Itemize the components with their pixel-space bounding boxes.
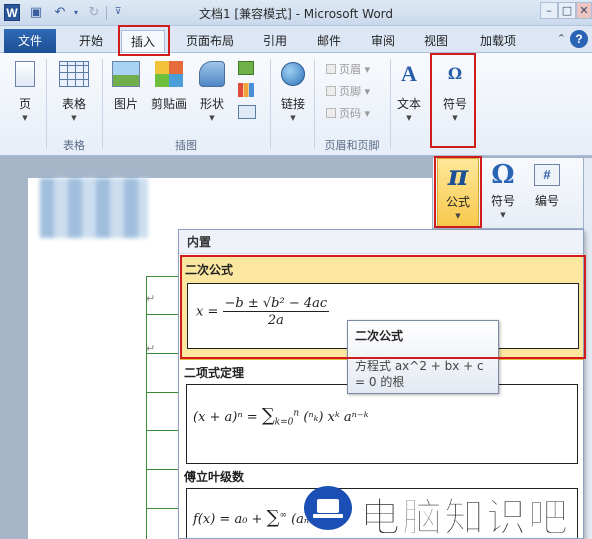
- group-label-header-footer: 页眉和页脚: [324, 139, 380, 152]
- hash-icon: #: [534, 164, 560, 186]
- tab-addins[interactable]: 加载项: [468, 30, 528, 52]
- symbol-menu-button[interactable]: Ω 符号 ▼: [483, 158, 523, 228]
- tab-mailings[interactable]: 邮件: [307, 30, 351, 52]
- table-gridline: [146, 276, 178, 277]
- window-title: 文档1 [兼容模式] - Microsoft Word: [198, 7, 394, 21]
- ribbon-tab-bar: 文件 开始 插入 页面布局 引用 邮件 审阅 视图 加载项 ⌃ ?: [0, 26, 592, 53]
- page-number-icon: [326, 108, 336, 118]
- close-button[interactable]: ✕: [576, 2, 592, 19]
- entry-title: 傅立叶级数: [184, 470, 245, 484]
- table-button[interactable]: 表格 ▼: [54, 59, 94, 122]
- table-gridline: [146, 430, 178, 431]
- numbering-button[interactable]: # 编号: [527, 158, 567, 228]
- chart-icon[interactable]: [238, 83, 254, 97]
- ribbon: 页 ▼ 表格 ▼ 表格 图片 剪贴画 形状 ▼ 插图 链接 ▼ 页眉 ▾ 页脚 …: [0, 53, 592, 156]
- shapes-icon: [199, 61, 225, 87]
- table-gridline: [146, 508, 178, 509]
- table-icon: [59, 61, 89, 87]
- screenshot-icon[interactable]: [238, 105, 256, 119]
- pi-icon: π: [447, 159, 469, 192]
- tab-insert[interactable]: 插入: [121, 30, 165, 52]
- formula-button[interactable]: π 公式 ▼: [437, 158, 479, 228]
- collapse-ribbon-icon[interactable]: ⌃: [557, 32, 566, 45]
- table-gridline: [146, 392, 178, 393]
- omega-icon: Ω: [491, 160, 515, 190]
- footer-icon: [326, 86, 336, 96]
- tab-review[interactable]: 审阅: [361, 30, 405, 52]
- watermark-text: 电脑知识吧: [360, 495, 570, 539]
- tab-view[interactable]: 视图: [414, 30, 458, 52]
- footer-button[interactable]: 页脚 ▾: [326, 83, 370, 99]
- text-button[interactable]: A 文本 ▼: [394, 59, 424, 123]
- page-icon: [15, 61, 35, 87]
- clipart-button[interactable]: 剪贴画: [146, 59, 192, 112]
- smartart-icon[interactable]: [238, 61, 254, 75]
- gallery-header: 内置: [179, 230, 583, 254]
- binomial-equation: (x + a)ⁿ = ∑k=0n (ⁿₖ) xᵏ aⁿ⁻ᵏ: [186, 384, 578, 464]
- tab-file[interactable]: 文件: [4, 29, 56, 53]
- tooltip: 二次公式 方程式 ax^2 + bx + c = 0 的根: [347, 320, 499, 394]
- table-gridline: [146, 314, 178, 315]
- group-label-illustrations: 插图: [175, 139, 197, 152]
- page-number-button[interactable]: 页码 ▾: [326, 105, 370, 121]
- tab-references[interactable]: 引用: [255, 30, 295, 52]
- shapes-button[interactable]: 形状 ▼: [194, 59, 230, 122]
- links-button[interactable]: 链接 ▼: [276, 59, 310, 122]
- tooltip-description: 方程式 ax^2 + bx + c = 0 的根: [355, 359, 484, 389]
- paragraph-mark: ↵: [146, 342, 156, 355]
- page-button[interactable]: 页 ▼: [10, 59, 40, 122]
- picture-icon: [112, 61, 140, 87]
- tab-page-layout[interactable]: 页面布局: [178, 30, 242, 52]
- picture-button[interactable]: 图片: [108, 59, 144, 112]
- help-icon[interactable]: ?: [570, 30, 588, 48]
- header-button[interactable]: 页眉 ▾: [326, 61, 370, 77]
- tooltip-title: 二次公式: [355, 329, 404, 343]
- header-icon: [326, 64, 336, 74]
- symbol-button[interactable]: Ω 符号 ▼: [436, 59, 474, 122]
- table-gridline-vertical: [146, 276, 147, 539]
- watermark-logo-icon: [304, 486, 352, 530]
- omega-icon: Ω: [447, 64, 463, 83]
- blurred-content: [40, 178, 148, 238]
- minimize-button[interactable]: –: [540, 2, 558, 19]
- watermark: 电脑知识吧: [304, 484, 588, 539]
- table-gridline: [146, 469, 178, 470]
- textbox-icon: A: [401, 61, 417, 86]
- symbols-popup: π 公式 ▼ Ω 符号 ▼ # 编号: [432, 157, 584, 229]
- entry-title: 二次公式: [185, 263, 234, 277]
- paragraph-mark: ↵: [146, 292, 156, 305]
- clipart-icon: [155, 61, 183, 87]
- globe-icon: [281, 62, 305, 86]
- tab-home[interactable]: 开始: [70, 30, 112, 52]
- title-bar: W ▣ ↶ ▾ ↻ ⊽ 文档1 [兼容模式] - Microsoft Word …: [0, 0, 592, 26]
- group-label-tables: 表格: [63, 139, 85, 152]
- maximize-button[interactable]: □: [558, 2, 576, 19]
